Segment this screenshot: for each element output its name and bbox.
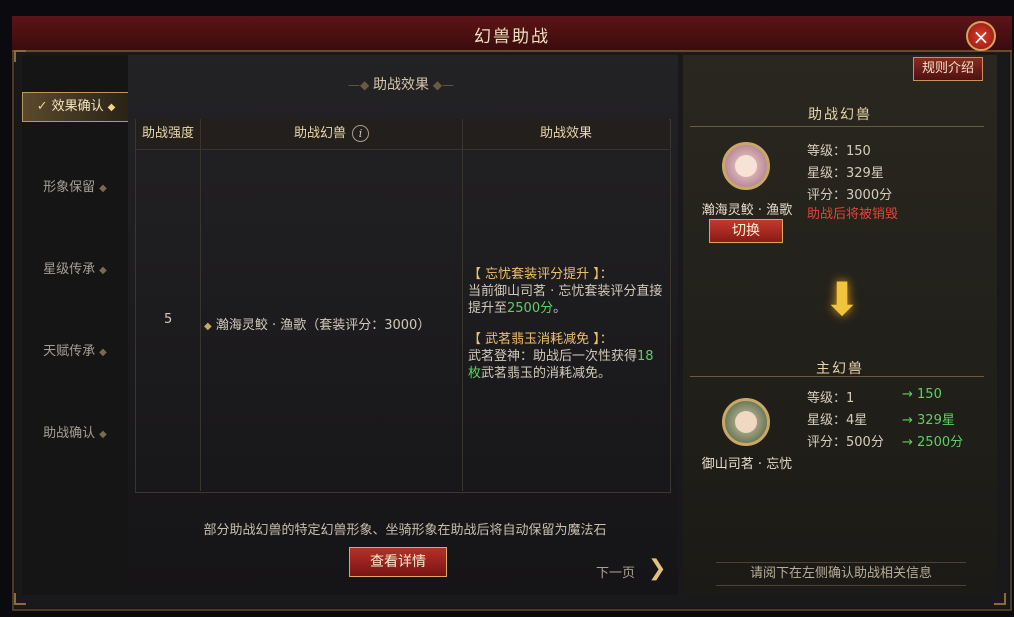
corner-ornament <box>994 593 1006 605</box>
effect-text-before: 武茗登神：助战后一次性获得 <box>468 349 638 364</box>
avatar-face <box>735 155 757 177</box>
window-title: 幻兽助战 <box>474 27 550 47</box>
diamond-icon: ◆ <box>204 321 212 332</box>
switch-button[interactable]: 切换 <box>709 219 783 243</box>
sidebar <box>22 55 128 595</box>
effect-suit-score: 【 忘忧套装评分提升 】： 当前御山司茗 · 忘忧套装评分直接提升至2500分。 <box>468 266 664 317</box>
effect-title: 【 忘忧套装评分提升 】： <box>468 267 613 282</box>
sidebar-item-label: 形象保留 <box>43 180 96 195</box>
row-pet-text: 瀚海灵鲛 · 渔歌（套装评分：3000） <box>215 318 431 333</box>
bottom-note: 部分助战幻兽的特定幻兽形象、坐骑形象在助战后将自动保留为魔法石 <box>203 523 607 538</box>
effect-text-after: 武茗翡玉的消耗减免。 <box>481 366 612 381</box>
header-pet-label: 助战幻兽 <box>293 126 346 141</box>
header-effect: 助战效果 <box>463 119 669 150</box>
chevron-right-icon[interactable]: ❯ <box>648 557 666 581</box>
effect-text-after: 。 <box>553 301 567 316</box>
assist-pet-stars: 星级：329星 <box>807 166 884 181</box>
diamond-icon: ◆ <box>99 429 107 440</box>
row-strength: 5 <box>164 312 173 327</box>
destroy-warning: 助战后将被销毁 <box>807 207 899 222</box>
column-divider <box>200 119 201 491</box>
section-title-text: 助战效果 <box>373 77 429 93</box>
arrow-down-icon: ⬇ <box>822 272 862 326</box>
diamond-icon: ◆ <box>99 265 107 276</box>
footer-tip: 请阅下在左侧确认助战相关信息 <box>716 562 966 586</box>
title-bar: 幻兽助战 <box>12 16 1012 52</box>
sidebar-item-label: 效果确认 <box>51 99 104 114</box>
effect-title: 【 武茗翡玉消耗减免 】： <box>468 332 613 347</box>
check-icon: ✓ <box>36 99 48 114</box>
close-icon[interactable]: × <box>966 21 996 51</box>
assist-pet-name: 瀚海灵鲛 · 渔歌 <box>701 203 793 218</box>
sidebar-item-appearance-keep[interactable]: 形象保留 ◆ <box>22 174 128 202</box>
header-strength: 助战强度 <box>136 119 200 150</box>
main-pet-stars-new: → 329星 <box>902 413 955 428</box>
effect-jade-cost: 【 武茗翡玉消耗减免 】： 武茗登神：助战后一次性获得18枚武茗翡玉的消耗减免。 <box>468 331 664 382</box>
assist-pet-avatar[interactable] <box>722 142 770 190</box>
diamond-icon: ◆ <box>107 102 116 113</box>
main-pet-score: 评分：500分 <box>807 435 884 450</box>
main-pet-name: 御山司茗 · 忘忧 <box>701 457 793 472</box>
main-pet-level-new: → 150 <box>902 387 942 402</box>
assist-pet-header: 助战幻兽 <box>808 107 872 123</box>
divider <box>690 126 984 127</box>
main-pet-level: 等级：1 <box>807 391 855 406</box>
sidebar-item-talent-inherit[interactable]: 天赋传承 ◆ <box>22 338 128 366</box>
main-pet-header: 主幻兽 <box>816 361 864 377</box>
corner-ornament <box>14 50 26 62</box>
ornament-icon: ◆— <box>429 78 455 92</box>
row-pet: ◆ 瀚海灵鲛 · 渔歌（套装评分：3000） <box>204 314 430 333</box>
sidebar-item-effect-confirm[interactable]: ✓ 效果确认 ◆ <box>22 92 130 122</box>
effect-text: 武茗登神：助战后一次性获得18枚武茗翡玉的消耗减免。 <box>468 348 664 382</box>
info-icon[interactable]: i <box>352 125 369 142</box>
next-page-label[interactable]: 下一页 <box>596 562 635 581</box>
column-divider <box>462 119 463 491</box>
view-details-button[interactable]: 查看详情 <box>349 547 447 577</box>
sidebar-item-label: 星级传承 <box>43 262 96 277</box>
corner-ornament <box>14 593 26 605</box>
diamond-icon: ◆ <box>99 183 107 194</box>
sidebar-item-star-inherit[interactable]: 星级传承 ◆ <box>22 256 128 284</box>
main-pet-stars: 星级：4星 <box>807 413 868 428</box>
sidebar-item-assist-confirm[interactable]: 助战确认 ◆ <box>22 420 128 448</box>
main-pet-avatar[interactable] <box>722 398 770 446</box>
sidebar-item-label: 天赋传承 <box>43 344 96 359</box>
rules-button[interactable]: 规则介绍 <box>913 57 983 81</box>
section-title: —◆ 助战效果 ◆— <box>326 74 476 94</box>
effect-highlight: 2500分 <box>507 301 554 316</box>
assist-pet-level: 等级：150 <box>807 144 871 159</box>
diamond-icon: ◆ <box>99 347 107 358</box>
sidebar-item-label: 助战确认 <box>43 426 96 441</box>
assist-pet-score: 评分：3000分 <box>807 188 893 203</box>
ornament-icon: —◆ <box>347 78 373 92</box>
effect-text: 当前御山司茗 · 忘忧套装评分直接提升至2500分。 <box>468 283 664 317</box>
main-pet-score-new: → 2500分 <box>902 435 964 450</box>
header-pet: 助战幻兽 i <box>201 119 462 150</box>
avatar-face <box>735 411 757 433</box>
